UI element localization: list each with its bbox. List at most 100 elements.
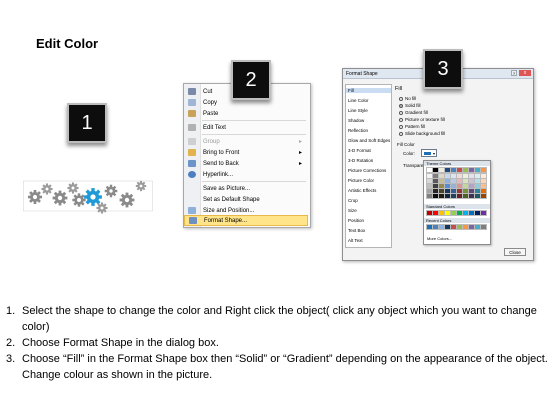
gray-gear-icon[interactable]	[119, 192, 135, 208]
color-swatch[interactable]	[450, 210, 457, 216]
color-swatch[interactable]	[438, 188, 445, 194]
color-swatch[interactable]	[456, 188, 463, 194]
category-position[interactable]: Position	[348, 218, 364, 223]
color-swatch[interactable]	[468, 188, 475, 194]
help-button[interactable]: ?	[511, 70, 517, 76]
radio-solid-fill[interactable]: Solid fill	[399, 103, 421, 108]
color-swatch[interactable]	[450, 178, 457, 184]
color-swatch[interactable]	[456, 183, 463, 189]
color-swatch[interactable]	[468, 183, 475, 189]
color-swatch[interactable]	[438, 193, 445, 199]
color-swatch[interactable]	[468, 193, 475, 199]
radio-slide-background-fill[interactable]: Slide background fill	[399, 131, 445, 136]
color-swatch[interactable]	[426, 224, 433, 230]
color-swatch[interactable]	[462, 183, 469, 189]
category-line-color[interactable]: Line Color	[348, 98, 369, 103]
color-swatch[interactable]	[480, 224, 487, 230]
color-swatch[interactable]	[438, 210, 445, 216]
color-swatch[interactable]	[474, 210, 481, 216]
close-icon[interactable]: x	[519, 70, 531, 76]
color-swatch[interactable]	[456, 210, 463, 216]
color-swatch[interactable]	[474, 173, 481, 179]
color-swatch[interactable]	[462, 193, 469, 199]
color-swatch[interactable]	[444, 178, 451, 184]
color-swatch[interactable]	[474, 167, 481, 173]
color-swatch[interactable]	[474, 224, 481, 230]
color-swatch[interactable]	[438, 173, 445, 179]
category-text-box[interactable]: Text Box	[348, 228, 365, 233]
color-swatch[interactable]	[462, 224, 469, 230]
menu-item-bring-to-front[interactable]: Bring to Front ▸	[184, 147, 308, 158]
gray-gear-icon[interactable]	[27, 189, 43, 205]
gear-row-graphic[interactable]	[23, 178, 153, 216]
color-swatch[interactable]	[450, 183, 457, 189]
color-swatch[interactable]	[450, 193, 457, 199]
color-swatch[interactable]	[480, 173, 487, 179]
close-button[interactable]: Close	[504, 248, 526, 256]
gray-gear-icon[interactable]	[96, 202, 108, 214]
color-swatch[interactable]	[456, 173, 463, 179]
color-swatch[interactable]	[474, 183, 481, 189]
color-swatch[interactable]	[480, 183, 487, 189]
color-swatch[interactable]	[426, 210, 433, 216]
color-swatch[interactable]	[432, 210, 439, 216]
color-swatch[interactable]	[444, 167, 451, 173]
category-alt-text[interactable]: Alt Text	[348, 238, 363, 243]
gray-gear-icon[interactable]	[67, 182, 79, 194]
color-swatch[interactable]	[480, 167, 487, 173]
color-swatch[interactable]	[438, 167, 445, 173]
color-swatch[interactable]	[432, 173, 439, 179]
gray-gear-icon[interactable]	[135, 180, 147, 192]
color-swatch[interactable]	[444, 210, 451, 216]
radio-gradient-fill[interactable]: Gradient fill	[399, 110, 428, 115]
color-swatch[interactable]	[432, 178, 439, 184]
color-swatch[interactable]	[480, 210, 487, 216]
color-swatch[interactable]	[462, 173, 469, 179]
color-swatch[interactable]	[480, 188, 487, 194]
fill-color-dropdown[interactable]: ▾	[421, 149, 437, 157]
category-fill[interactable]: Fill	[346, 88, 391, 93]
color-swatch[interactable]	[480, 193, 487, 199]
color-swatch[interactable]	[456, 224, 463, 230]
color-swatch[interactable]	[450, 188, 457, 194]
color-swatch[interactable]	[468, 224, 475, 230]
radio-no-fill[interactable]: No fill	[399, 96, 416, 101]
radio-pattern-fill[interactable]: Pattern fill	[399, 124, 425, 129]
color-swatch[interactable]	[426, 183, 433, 189]
color-swatch[interactable]	[468, 178, 475, 184]
category-3d-rotation[interactable]: 3-D Rotation	[348, 158, 373, 163]
color-swatch[interactable]	[426, 178, 433, 184]
color-swatch[interactable]	[450, 224, 457, 230]
gray-gear-icon[interactable]	[72, 193, 86, 207]
category-shadow[interactable]: Shadow	[348, 118, 364, 123]
category-artistic-effects[interactable]: Artistic Effects	[348, 188, 376, 193]
color-swatch[interactable]	[456, 193, 463, 199]
color-swatch[interactable]	[474, 193, 481, 199]
color-swatch[interactable]	[426, 188, 433, 194]
color-swatch[interactable]	[444, 183, 451, 189]
color-swatch[interactable]	[432, 193, 439, 199]
color-swatch[interactable]	[444, 224, 451, 230]
color-swatch[interactable]	[426, 173, 433, 179]
color-swatch[interactable]	[438, 178, 445, 184]
color-swatch[interactable]	[468, 167, 475, 173]
color-swatch[interactable]	[456, 167, 463, 173]
menu-item-paste[interactable]: Paste	[184, 108, 308, 119]
color-swatch[interactable]	[426, 167, 433, 173]
color-swatch[interactable]	[438, 224, 445, 230]
color-swatch[interactable]	[480, 178, 487, 184]
menu-item-group[interactable]: Group ▸	[184, 136, 308, 147]
menu-item-send-to-back[interactable]: Send to Back ▸	[184, 158, 308, 169]
category-line-style[interactable]: Line Style	[348, 108, 368, 113]
color-swatch[interactable]	[474, 188, 481, 194]
gray-gear-icon[interactable]	[104, 184, 118, 198]
more-colors-link[interactable]: More Colors...	[427, 236, 452, 241]
menu-item-set-default-shape[interactable]: Set as Default Shape	[184, 194, 308, 205]
color-swatch[interactable]	[432, 167, 439, 173]
color-swatch[interactable]	[450, 173, 457, 179]
category-glow[interactable]: Glow and Soft Edges	[348, 138, 390, 143]
color-swatch[interactable]	[444, 193, 451, 199]
radio-picture-fill[interactable]: Picture or texture fill	[399, 117, 445, 122]
color-swatch[interactable]	[438, 183, 445, 189]
blue-gear-icon[interactable]	[84, 188, 102, 206]
